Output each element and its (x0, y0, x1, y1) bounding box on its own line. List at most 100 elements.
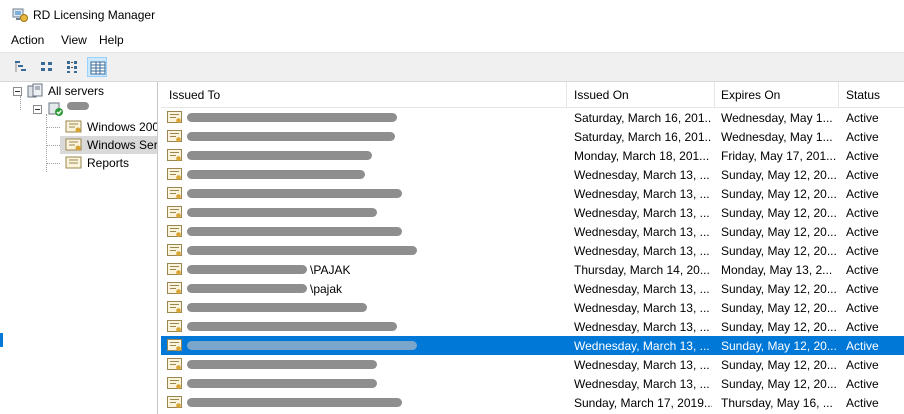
details-view-button[interactable] (87, 57, 107, 77)
license-certificate-icon (167, 282, 182, 294)
tree-item-server[interactable] (0, 100, 157, 118)
license-certificate-icon (167, 244, 182, 256)
redaction-mark (187, 170, 365, 179)
license-certificate-icon (167, 130, 182, 142)
certificate-icon (65, 138, 82, 151)
cell-status: Active (846, 111, 879, 125)
cell-issued-on: Saturday, March 16, 201... (574, 111, 712, 125)
tree-item-windows-ser[interactable]: Windows Ser (60, 136, 157, 154)
table-row[interactable]: Monday, March 18, 201... Friday, May 17, … (161, 146, 904, 165)
tree-item-windows-200[interactable]: Windows 200 (60, 118, 157, 136)
collapse-toggle[interactable] (33, 105, 42, 114)
server-active-icon (48, 102, 63, 116)
table-row[interactable]: Sunday, March 17, 2019... Thursday, May 1… (161, 393, 904, 412)
license-certificate-icon (167, 111, 182, 123)
redaction-mark (187, 341, 417, 350)
cell-issued-on: Wednesday, March 13, ... (574, 377, 710, 391)
license-certificate-icon (167, 206, 182, 218)
cell-expires-on: Wednesday, May 1... (721, 111, 833, 125)
cell-expires-on: Sunday, May 12, 20... (721, 206, 836, 220)
cell-status: Active (846, 244, 879, 258)
title-bar: RD Licensing Manager (0, 0, 904, 30)
cell-issued-on: Wednesday, March 13, ... (574, 206, 710, 220)
table-row[interactable]: Wednesday, March 13, ... Sunday, May 12, … (161, 374, 904, 393)
table-row[interactable]: \PAJAK Thursday, March 14, 20... Monday, M… (161, 260, 904, 279)
table-row[interactable]: Wednesday, March 13, ... Sunday, May 12, … (161, 184, 904, 203)
cell-expires-on: Sunday, May 12, 20... (721, 320, 836, 334)
tree-item-all-servers[interactable]: All servers (0, 82, 157, 100)
license-certificate-icon (167, 301, 182, 313)
license-certificate-icon (167, 149, 182, 161)
cell-issued-to: \pajak (310, 282, 343, 296)
redaction-mark (187, 322, 397, 331)
list-view-button[interactable] (63, 57, 83, 77)
table-row[interactable]: Saturday, March 16, 201... Wednesday, May… (161, 127, 904, 146)
table-row[interactable]: Wednesday, March 13, ... Sunday, May 12, … (161, 241, 904, 260)
license-list: Issued To Issued On Expires On Status Sa… (161, 82, 904, 414)
cell-expires-on: Friday, May 17, 201... (721, 149, 836, 163)
large-icons-view-button[interactable] (11, 57, 31, 77)
details-icon (90, 61, 106, 75)
large-icons-icon (15, 61, 26, 72)
redaction-mark (187, 227, 402, 236)
tree-label-windows-ser: Windows Ser (87, 138, 158, 152)
column-header-expires-on[interactable]: Expires On (721, 88, 780, 102)
column-header-issued-to[interactable]: Issued To (169, 88, 220, 102)
table-row[interactable]: Wednesday, March 13, ... Sunday, May 12, … (161, 222, 904, 241)
column-separator[interactable] (566, 82, 567, 107)
column-separator[interactable] (838, 82, 839, 107)
redaction-mark (67, 102, 89, 110)
cell-status: Active (846, 358, 879, 372)
cell-expires-on: Sunday, May 12, 20... (721, 339, 836, 353)
cell-status: Active (846, 377, 879, 391)
cell-status: Active (846, 149, 879, 163)
redaction-mark (187, 398, 402, 407)
redaction-mark (187, 151, 372, 160)
redaction-mark (187, 208, 377, 217)
small-icons-view-button[interactable] (37, 57, 57, 77)
report-icon (65, 156, 82, 169)
toolbar (0, 52, 904, 82)
column-header-issued-on[interactable]: Issued On (574, 88, 629, 102)
redaction-mark (187, 132, 395, 141)
cell-expires-on: Sunday, May 12, 20... (721, 301, 836, 315)
menu-action[interactable]: Action (11, 33, 44, 47)
license-certificate-icon (167, 187, 182, 199)
list-header: Issued To Issued On Expires On Status (161, 82, 904, 108)
menu-view[interactable]: View (61, 33, 87, 47)
license-certificate-icon (167, 396, 182, 408)
cell-issued-on: Wednesday, March 13, ... (574, 358, 710, 372)
cell-expires-on: Sunday, May 12, 20... (721, 244, 836, 258)
cell-issued-on: Wednesday, March 13, ... (574, 225, 710, 239)
cell-expires-on: Monday, May 13, 2... (721, 263, 833, 277)
cell-issued-on: Monday, March 18, 201... (574, 149, 710, 163)
column-separator[interactable] (714, 82, 715, 107)
collapse-toggle[interactable] (13, 87, 22, 96)
cell-expires-on: Sunday, May 12, 20... (721, 225, 836, 239)
table-row[interactable]: Wednesday, March 13, ... Sunday, May 12, … (161, 165, 904, 184)
table-row[interactable]: Wednesday, March 13, ... Sunday, May 12, … (161, 355, 904, 374)
license-certificate-icon (167, 320, 182, 332)
cell-expires-on: Sunday, May 12, 20... (721, 187, 836, 201)
table-row[interactable]: Wednesday, March 13, ... Sunday, May 12, … (161, 336, 904, 355)
window-title: RD Licensing Manager (33, 8, 156, 22)
redaction-mark (187, 303, 367, 312)
table-row[interactable]: Wednesday, March 13, ... Sunday, May 12, … (161, 298, 904, 317)
cell-issued-on: Wednesday, March 13, ... (574, 320, 710, 334)
license-certificate-icon (167, 358, 182, 370)
column-header-status[interactable]: Status (846, 88, 880, 102)
cell-issued-on: Sunday, March 17, 2019... (574, 396, 712, 410)
cell-issued-on: Saturday, March 16, 201... (574, 130, 712, 144)
table-row[interactable]: \pajak Wednesday, March 13, ... Sunday, Ma… (161, 279, 904, 298)
table-row[interactable]: Wednesday, March 13, ... Sunday, May 12, … (161, 203, 904, 222)
cell-issued-to: \PAJAK (310, 263, 351, 277)
redaction-mark (187, 113, 397, 122)
table-row[interactable]: Wednesday, March 13, ... Sunday, May 12, … (161, 317, 904, 336)
redaction-mark (187, 246, 417, 255)
tree-label-reports: Reports (87, 156, 130, 170)
cell-status: Active (846, 168, 879, 182)
tree-item-reports[interactable]: Reports (60, 154, 157, 172)
scroll-indicator (0, 333, 3, 347)
table-row[interactable]: Saturday, March 16, 201... Wednesday, May… (161, 108, 904, 127)
menu-help[interactable]: Help (99, 33, 124, 47)
